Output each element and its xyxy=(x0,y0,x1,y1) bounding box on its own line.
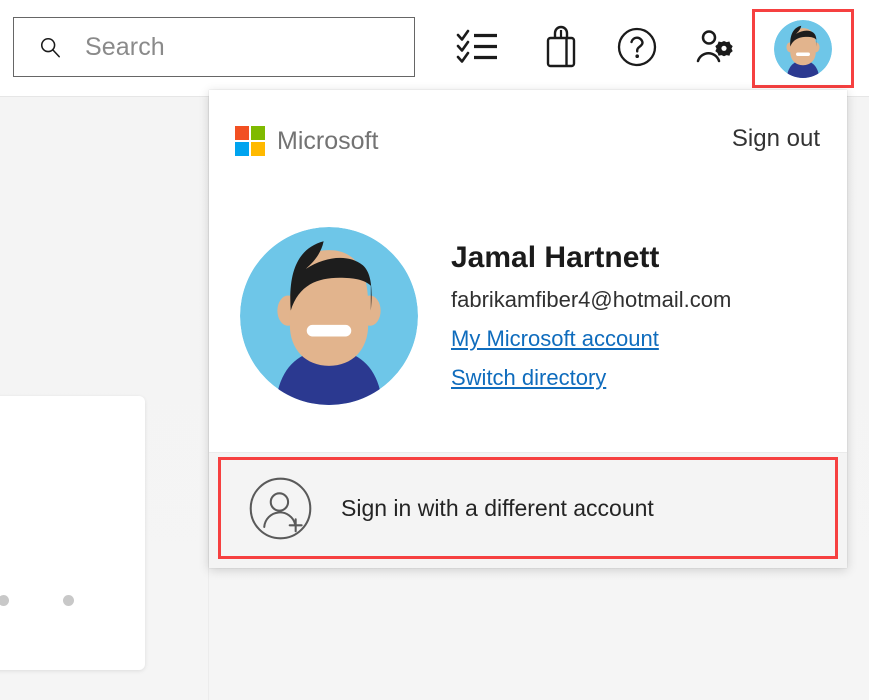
sign-in-different-account-label: Sign in with a different account xyxy=(341,495,654,522)
profile-section: Jamal Hartnett fabrikamfiber4@hotmail.co… xyxy=(209,227,847,405)
microsoft-logo-icon xyxy=(235,126,265,156)
question-circle-icon xyxy=(616,26,658,68)
logo-square-yellow xyxy=(251,142,265,156)
logo-square-green xyxy=(251,126,265,140)
profile-details: Jamal Hartnett fabrikamfiber4@hotmail.co… xyxy=(451,227,731,391)
add-user-icon xyxy=(248,476,313,541)
sign-in-different-account-button[interactable]: Sign in with a different account xyxy=(218,457,838,559)
help-button[interactable] xyxy=(608,18,666,76)
marketplace-button[interactable] xyxy=(532,18,590,76)
background-card xyxy=(0,396,145,670)
checklist-icon xyxy=(456,27,500,67)
sign-out-link[interactable]: Sign out xyxy=(732,125,820,153)
flyout-header: Microsoft Sign out xyxy=(209,90,847,162)
avatar-button[interactable] xyxy=(752,9,854,88)
microsoft-wordmark: Microsoft xyxy=(277,127,378,156)
tasks-button[interactable] xyxy=(449,18,507,76)
flyout-footer: Sign in with a different account xyxy=(209,453,847,568)
profile-name: Jamal Hartnett xyxy=(451,241,731,274)
profile-avatar-icon xyxy=(240,227,418,405)
logo-square-blue xyxy=(235,142,249,156)
top-command-bar: Search xyxy=(0,0,869,96)
user-settings-button[interactable] xyxy=(688,18,746,76)
microsoft-brand: Microsoft xyxy=(235,126,378,156)
shopping-bag-icon xyxy=(543,25,579,69)
user-avatar-icon xyxy=(774,20,832,78)
switch-directory-link[interactable]: Switch directory xyxy=(451,365,606,391)
account-flyout-panel: Microsoft Sign out Jamal Hartnett fabrik… xyxy=(209,90,847,568)
search-input[interactable]: Search xyxy=(13,17,415,77)
search-placeholder-text: Search xyxy=(85,33,165,62)
user-gear-icon xyxy=(695,27,739,67)
search-icon xyxy=(39,36,61,58)
page-root: Search xyxy=(0,0,869,700)
logo-square-red xyxy=(235,126,249,140)
pagination-dot[interactable] xyxy=(0,595,9,606)
my-microsoft-account-link[interactable]: My Microsoft account xyxy=(451,326,659,352)
pagination-dot[interactable] xyxy=(63,595,74,606)
profile-email: fabrikamfiber4@hotmail.com xyxy=(451,287,731,313)
